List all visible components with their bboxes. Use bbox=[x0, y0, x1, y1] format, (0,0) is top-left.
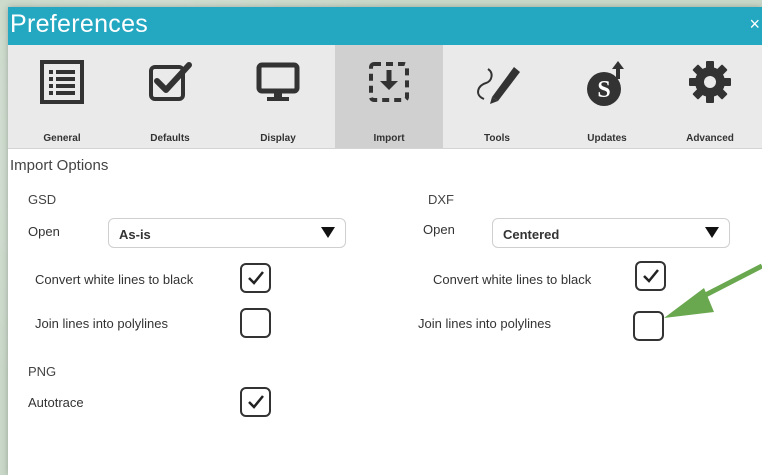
dxf-convert-label: Convert white lines to black bbox=[433, 272, 592, 287]
tab-updates-label: Updates bbox=[587, 133, 627, 144]
section-title: Import Options bbox=[10, 157, 109, 174]
window-title: Preferences bbox=[10, 10, 149, 38]
png-autotrace-checkbox[interactable] bbox=[240, 387, 271, 417]
close-icon[interactable]: × bbox=[749, 15, 760, 33]
tab-defaults-label: Defaults bbox=[150, 133, 190, 144]
import-icon bbox=[369, 62, 409, 102]
tab-general[interactable]: General bbox=[8, 45, 116, 148]
tab-import-label: Import bbox=[373, 133, 405, 144]
chevron-down-icon bbox=[321, 227, 335, 238]
check-icon bbox=[248, 395, 264, 409]
gsd-title: GSD bbox=[28, 192, 57, 207]
checkbox-icon bbox=[149, 62, 192, 101]
gsd-convert-checkbox[interactable] bbox=[240, 263, 271, 293]
gsd-open-value: As-is bbox=[119, 227, 151, 242]
dxf-join-checkbox[interactable] bbox=[633, 311, 664, 341]
gsd-join-label: Join lines into polylines bbox=[35, 316, 168, 331]
dxf-open-select[interactable]: Centered bbox=[492, 218, 730, 248]
chevron-down-icon bbox=[705, 227, 719, 238]
tab-import[interactable]: Import bbox=[335, 45, 443, 148]
tab-tools[interactable]: Tools bbox=[443, 45, 551, 148]
png-title: PNG bbox=[28, 364, 57, 379]
tab-advanced[interactable]: Advanced bbox=[656, 45, 762, 148]
updates-icon: S bbox=[587, 61, 624, 106]
tab-defaults[interactable]: Defaults bbox=[116, 45, 224, 148]
tab-display-label: Display bbox=[260, 133, 296, 144]
dxf-open-label: Open bbox=[423, 222, 455, 237]
tab-updates[interactable]: S Updates bbox=[553, 45, 661, 148]
check-icon bbox=[248, 271, 264, 285]
import-options-panel: Import Options GSD Open As-is Convert wh… bbox=[8, 149, 762, 475]
preferences-dialog: Preferences × General Defaults Display I… bbox=[8, 7, 762, 475]
list-icon bbox=[40, 60, 84, 104]
svg-text:S: S bbox=[597, 77, 610, 103]
tab-display[interactable]: Display bbox=[224, 45, 332, 148]
tab-advanced-label: Advanced bbox=[686, 133, 734, 144]
gsd-open-label: Open bbox=[28, 224, 60, 239]
title-bar: Preferences × bbox=[8, 7, 762, 45]
gsd-convert-label: Convert white lines to black bbox=[35, 272, 194, 287]
dxf-convert-checkbox[interactable] bbox=[635, 261, 666, 291]
gsd-join-checkbox[interactable] bbox=[240, 308, 271, 338]
png-autotrace-label: Autotrace bbox=[28, 395, 84, 410]
gear-icon bbox=[689, 61, 731, 103]
preferences-toolbar: General Defaults Display Import Tools S … bbox=[8, 45, 762, 149]
dxf-open-value: Centered bbox=[503, 227, 560, 242]
tab-tools-label: Tools bbox=[484, 133, 510, 144]
dxf-join-label: Join lines into polylines bbox=[418, 316, 551, 331]
gsd-open-select[interactable]: As-is bbox=[108, 218, 346, 248]
dxf-title: DXF bbox=[428, 192, 454, 207]
pen-icon bbox=[477, 67, 520, 104]
monitor-icon bbox=[256, 62, 300, 101]
check-icon bbox=[643, 269, 659, 283]
tab-general-label: General bbox=[43, 133, 81, 144]
